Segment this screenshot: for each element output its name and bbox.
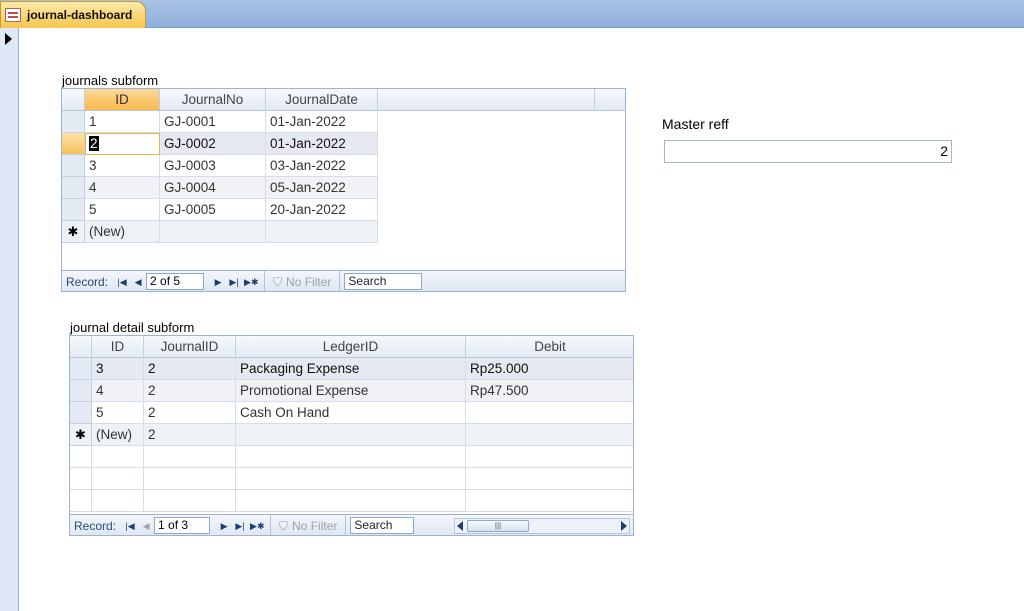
cell-ledgerid[interactable]: Packaging Expense bbox=[236, 358, 466, 380]
cell-journalno[interactable]: GJ-0002 bbox=[160, 133, 266, 155]
tab-journal-dashboard[interactable]: journal-dashboard bbox=[0, 1, 146, 28]
cell-journalid-new[interactable]: 2 bbox=[144, 424, 236, 446]
cell-journalno[interactable]: GJ-0005 bbox=[160, 199, 266, 221]
col-header-id[interactable]: ID bbox=[92, 336, 144, 358]
cell-id[interactable]: 1 bbox=[85, 111, 160, 133]
record-label: Record: bbox=[74, 518, 117, 533]
form-record-selector[interactable] bbox=[0, 28, 19, 611]
cell-journalno[interactable]: GJ-0001 bbox=[160, 111, 266, 133]
col-header-id[interactable]: ID bbox=[85, 89, 160, 111]
select-all-corner[interactable] bbox=[62, 89, 85, 111]
horizontal-scrollbar[interactable]: ||| bbox=[454, 518, 630, 534]
document-tab-bar: journal-dashboard bbox=[0, 0, 1024, 28]
master-reff-label: Master reff bbox=[662, 116, 729, 132]
detail-subform-label: journal detail subform bbox=[70, 320, 195, 335]
cell-journalno[interactable]: GJ-0004 bbox=[160, 177, 266, 199]
filter-icon: ⛉ bbox=[273, 274, 283, 289]
scroll-right-icon[interactable] bbox=[621, 521, 627, 531]
cell-id[interactable]: 5 bbox=[92, 402, 144, 424]
cell-journaldate[interactable]: 01-Jan-2022 bbox=[266, 133, 378, 155]
cell-id-new[interactable]: (New) bbox=[85, 221, 160, 243]
filter-icon: ⛉ bbox=[279, 518, 289, 533]
cell-journalid[interactable]: 2 bbox=[144, 402, 236, 424]
col-header-journalid[interactable]: JournalID bbox=[144, 336, 236, 358]
cell-id[interactable]: 4 bbox=[92, 380, 144, 402]
cell-journaldate[interactable]: 03-Jan-2022 bbox=[266, 155, 378, 177]
cell-journaldate[interactable]: 01-Jan-2022 bbox=[266, 111, 378, 133]
row-selector[interactable] bbox=[62, 199, 85, 221]
next-record-icon[interactable]: ▶ bbox=[218, 519, 230, 533]
cell-journalid[interactable]: 2 bbox=[144, 358, 236, 380]
form-icon bbox=[5, 8, 21, 22]
col-header-journalno[interactable]: JournalNo bbox=[160, 89, 266, 111]
cell-ledgerid[interactable]: Cash On Hand bbox=[236, 402, 466, 424]
cell-debit-new[interactable] bbox=[466, 424, 633, 446]
row-selector[interactable] bbox=[70, 402, 92, 424]
row-selector[interactable] bbox=[62, 111, 85, 133]
previous-record-icon[interactable]: ◀ bbox=[132, 275, 144, 289]
cell-id[interactable]: 3 bbox=[85, 155, 160, 177]
cell-id-focused[interactable]: 2 bbox=[85, 133, 160, 155]
no-filter-button[interactable]: ⛉ No Filter bbox=[264, 270, 341, 291]
cell-id[interactable]: 4 bbox=[85, 177, 160, 199]
col-header-empty bbox=[378, 89, 595, 111]
row-selector[interactable] bbox=[70, 358, 92, 380]
cell-id-new[interactable]: (New) bbox=[92, 424, 144, 446]
col-header-debit[interactable]: Debit bbox=[466, 336, 633, 358]
previous-record-icon[interactable]: ◀ bbox=[140, 519, 152, 533]
first-record-icon[interactable]: |◀ bbox=[124, 519, 136, 533]
no-filter-label: No Filter bbox=[292, 518, 338, 533]
record-position-input[interactable]: 2 of 5 bbox=[146, 273, 205, 290]
new-record-icon: ✱ bbox=[62, 221, 85, 243]
detail-header-row: ID JournalID LedgerID Debit bbox=[70, 336, 633, 358]
cell-journaldate[interactable]: 05-Jan-2022 bbox=[266, 177, 378, 199]
row-selector[interactable] bbox=[62, 133, 85, 155]
cell-debit[interactable] bbox=[466, 402, 633, 424]
cell-journaldate-new[interactable] bbox=[266, 221, 378, 243]
last-record-icon[interactable]: ▶| bbox=[234, 519, 246, 533]
scroll-thumb[interactable]: ||| bbox=[467, 520, 529, 532]
col-header-ledgerid[interactable]: LedgerID bbox=[236, 336, 466, 358]
current-record-arrow-icon bbox=[5, 33, 12, 45]
journals-record-navigator: Record: |◀ ◀ 2 of 5 ▶ ▶| ▶✱ ⛉ No Filter S… bbox=[62, 270, 625, 291]
last-record-icon[interactable]: ▶| bbox=[228, 275, 240, 289]
journal-detail-subform: ID JournalID LedgerID Debit 3 2 Packagin… bbox=[69, 335, 634, 536]
cell-journalid[interactable]: 2 bbox=[144, 380, 236, 402]
cell-id[interactable]: 3 bbox=[92, 358, 144, 380]
first-record-icon[interactable]: |◀ bbox=[116, 275, 128, 289]
cell-journalno[interactable]: GJ-0003 bbox=[160, 155, 266, 177]
journals-subform-label: journals subform bbox=[62, 73, 159, 88]
new-record-nav-icon[interactable]: ▶✱ bbox=[244, 275, 258, 289]
select-all-corner[interactable] bbox=[70, 336, 92, 358]
cell-id[interactable]: 5 bbox=[85, 199, 160, 221]
row-selector[interactable] bbox=[70, 380, 92, 402]
row-selector[interactable] bbox=[62, 177, 85, 199]
new-record-icon: ✱ bbox=[70, 424, 92, 446]
cell-ledgerid[interactable]: Promotional Expense bbox=[236, 380, 466, 402]
cell-ledgerid-new[interactable] bbox=[236, 424, 466, 446]
no-filter-label: No Filter bbox=[286, 274, 332, 289]
scroll-left-icon[interactable] bbox=[457, 521, 463, 531]
cell-journaldate[interactable]: 20-Jan-2022 bbox=[266, 199, 378, 221]
cell-debit[interactable]: Rp47.500 bbox=[466, 380, 633, 402]
record-position-input[interactable]: 1 of 3 bbox=[154, 517, 211, 534]
journals-header-row: ID JournalNo JournalDate bbox=[62, 89, 625, 111]
cell-debit[interactable]: Rp25.000 bbox=[466, 358, 633, 380]
col-header-empty bbox=[595, 89, 625, 111]
tab-label: journal-dashboard bbox=[27, 8, 133, 22]
record-label: Record: bbox=[66, 274, 109, 289]
search-input[interactable]: Search bbox=[350, 517, 415, 534]
col-header-journaldate[interactable]: JournalDate bbox=[266, 89, 378, 111]
new-record-nav-icon[interactable]: ▶✱ bbox=[250, 519, 264, 533]
detail-record-navigator: Record: |◀ ◀ 1 of 3 ▶ ▶| ▶✱ ⛉ No Filter S… bbox=[70, 514, 633, 535]
cell-journalno-new[interactable] bbox=[160, 221, 266, 243]
search-input[interactable]: Search bbox=[344, 273, 423, 290]
next-record-icon[interactable]: ▶ bbox=[212, 275, 224, 289]
cell-id-value: 2 bbox=[89, 136, 99, 151]
journals-subform: ID JournalNo JournalDate 1 GJ-0001 01-Ja… bbox=[61, 88, 626, 292]
master-reff-input[interactable]: 2 bbox=[664, 140, 952, 163]
no-filter-button[interactable]: ⛉ No Filter bbox=[270, 514, 347, 535]
row-selector[interactable] bbox=[62, 155, 85, 177]
